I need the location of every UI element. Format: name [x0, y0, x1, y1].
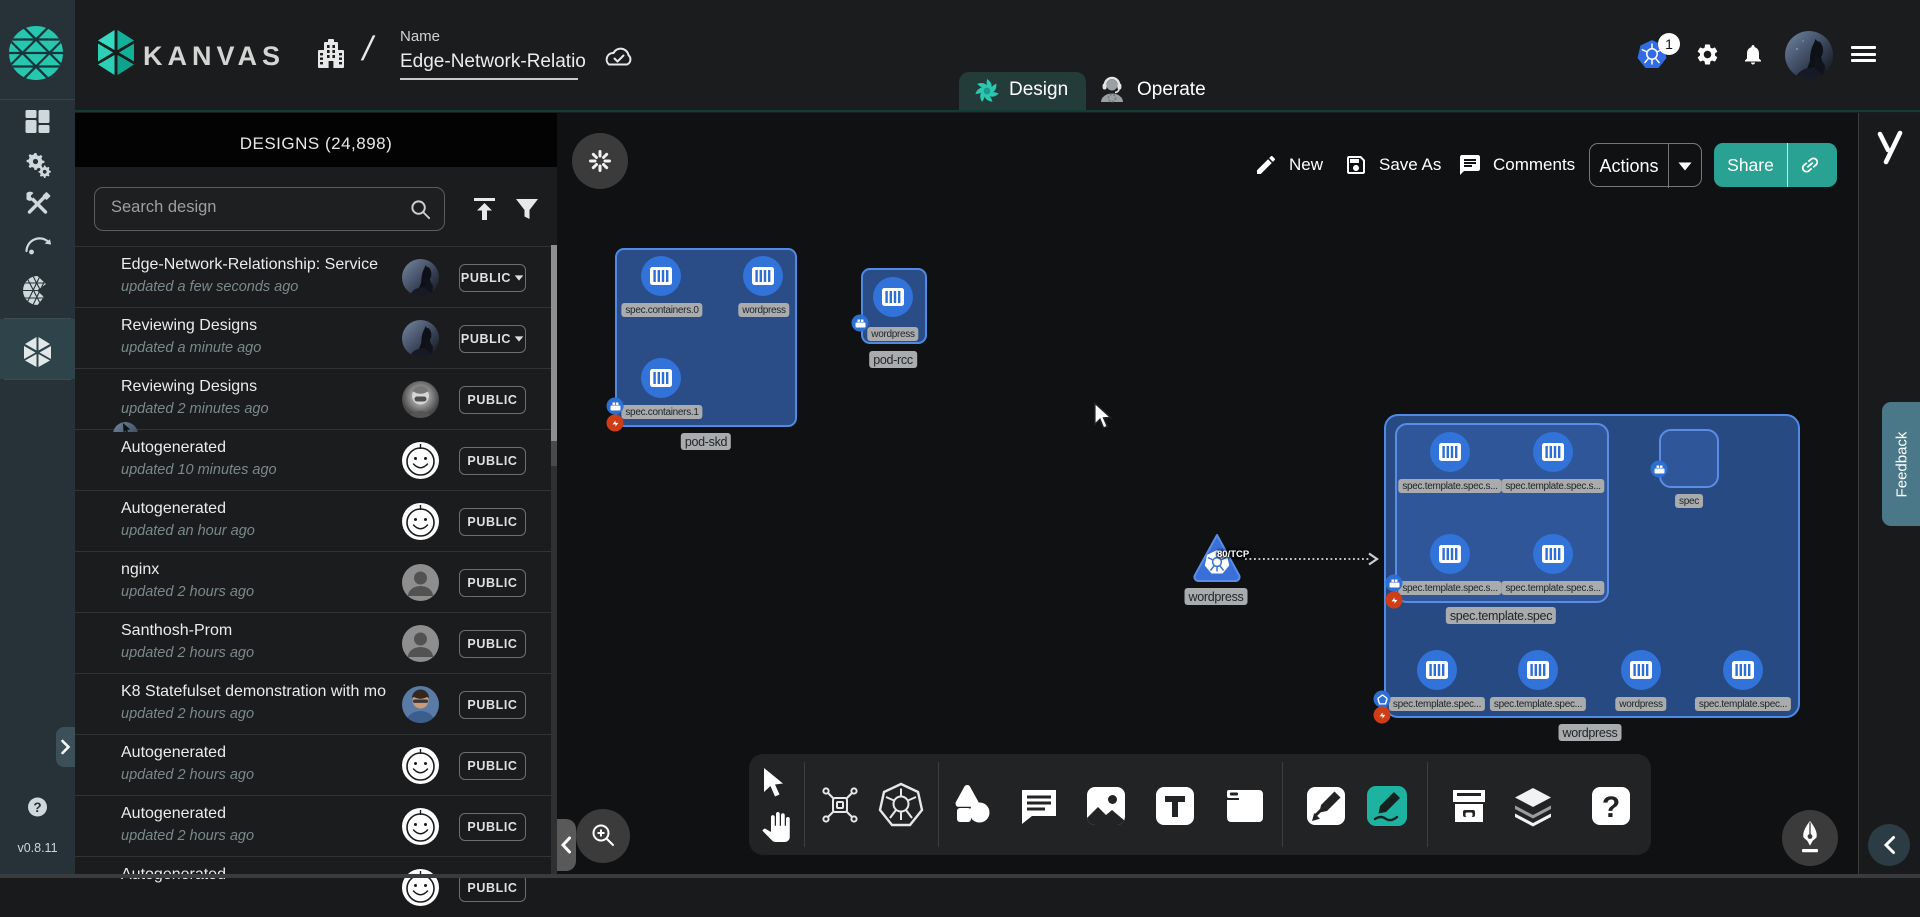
svg-text:?: ? — [33, 800, 41, 815]
svg-text:?: ? — [1602, 791, 1620, 824]
